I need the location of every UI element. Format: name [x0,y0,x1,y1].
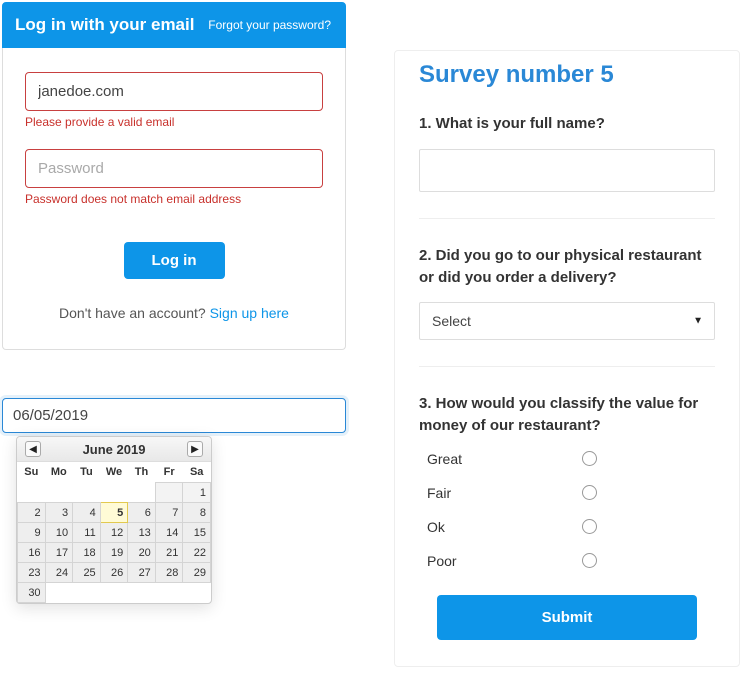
survey-question-1: 1. What is your full name? [419,113,715,219]
calendar-day[interactable]: 14 [155,523,183,543]
caret-left-icon: ◀ [29,444,37,455]
signup-link[interactable]: Sign up here [210,305,289,321]
calendar-day[interactable]: 26 [100,563,128,583]
calendar-next-button[interactable]: ▶ [187,441,203,457]
radio-label: Great [427,451,462,467]
calendar-day[interactable]: 7 [155,503,183,523]
calendar-header: ◀ June 2019 ▶ [17,437,211,462]
calendar-day[interactable]: 3 [45,503,73,523]
radio-row: Poor [427,553,597,569]
calendar-day[interactable]: 10 [45,523,73,543]
calendar-weekday: Sa [183,462,211,483]
calendar-weekday: Th [128,462,156,483]
question2-select[interactable]: Select [419,302,715,340]
login-title: Log in with your email [15,15,194,35]
signup-row: Don't have an account? Sign up here [25,305,323,321]
radio-label: Poor [427,553,457,569]
calendar-blank [100,483,128,503]
question3-label: 3. How would you classify the value for … [419,393,715,437]
calendar-day[interactable]: 20 [128,543,156,563]
radio-label: Ok [427,519,445,535]
password-field-wrap: Password does not match email address [25,149,323,206]
radio-input[interactable] [582,451,597,466]
date-input[interactable] [2,398,346,433]
calendar-day[interactable]: 15 [183,523,211,543]
calendar-blank [155,483,183,503]
calendar-prev-button[interactable]: ◀ [25,441,41,457]
calendar-day[interactable]: 23 [18,563,46,583]
survey-question-2: 2. Did you go to our physical restaurant… [419,245,715,368]
calendar-grid: SuMoTuWeThFrSa 1234567891011121314151617… [17,462,211,603]
password-error: Password does not match email address [25,192,323,206]
calendar-day[interactable]: 12 [100,523,128,543]
date-section: ◀ June 2019 ▶ SuMoTuWeThFrSa 12345678910… [2,398,346,433]
calendar-blank [128,483,156,503]
calendar-day[interactable]: 2 [18,503,46,523]
radio-row: Fair [427,485,597,501]
calendar-weekday: Fr [155,462,183,483]
calendar-day[interactable]: 18 [73,543,101,563]
calendar-blank [45,483,73,503]
calendar-day[interactable]: 4 [73,503,101,523]
question1-label: 1. What is your full name? [419,113,715,135]
calendar-day[interactable]: 24 [45,563,73,583]
survey-question-3: 3. How would you classify the value for … [419,393,715,569]
radio-row: Ok [427,519,597,535]
email-error: Please provide a valid email [25,115,323,129]
email-field-wrap: Please provide a valid email [25,72,323,129]
submit-button[interactable]: Submit [437,595,697,640]
calendar-day[interactable]: 1 [183,483,211,503]
calendar-day[interactable]: 29 [183,563,211,583]
calendar-blank [73,483,101,503]
calendar-month-label: June 2019 [83,442,146,457]
calendar-day[interactable]: 17 [45,543,73,563]
calendar-day[interactable]: 6 [128,503,156,523]
signup-prompt: Don't have an account? [59,305,210,321]
calendar-day[interactable]: 19 [100,543,128,563]
calendar-blank [18,483,46,503]
login-button[interactable]: Log in [124,242,225,279]
calendar-weekday: Tu [73,462,101,483]
calendar-popover: ◀ June 2019 ▶ SuMoTuWeThFrSa 12345678910… [16,436,212,604]
email-input[interactable] [25,72,323,111]
radio-label: Fair [427,485,451,501]
calendar-weekday: We [100,462,128,483]
password-input[interactable] [25,149,323,188]
calendar-day[interactable]: 5 [100,503,128,523]
calendar-day[interactable]: 25 [73,563,101,583]
question2-label: 2. Did you go to our physical restaurant… [419,245,715,289]
calendar-day[interactable]: 30 [18,583,46,603]
radio-input[interactable] [582,553,597,568]
calendar-weekday: Mo [45,462,73,483]
login-card: Log in with your email Forgot your passw… [2,2,346,350]
calendar-day[interactable]: 28 [155,563,183,583]
calendar-day[interactable]: 13 [128,523,156,543]
survey-title: Survey number 5 [419,51,715,113]
login-header: Log in with your email Forgot your passw… [2,2,346,48]
caret-right-icon: ▶ [191,444,199,455]
calendar-day[interactable]: 22 [183,543,211,563]
radio-input[interactable] [582,485,597,500]
calendar-day[interactable]: 27 [128,563,156,583]
radio-input[interactable] [582,519,597,534]
radio-row: Great [427,451,597,467]
question1-input[interactable] [419,149,715,192]
forgot-password-link[interactable]: Forgot your password? [208,18,331,32]
calendar-day[interactable]: 16 [18,543,46,563]
calendar-day[interactable]: 9 [18,523,46,543]
calendar-day[interactable]: 21 [155,543,183,563]
calendar-day[interactable]: 8 [183,503,211,523]
calendar-weekday: Su [18,462,46,483]
calendar-day[interactable]: 11 [73,523,101,543]
survey-card: Survey number 5 1. What is your full nam… [394,50,740,667]
